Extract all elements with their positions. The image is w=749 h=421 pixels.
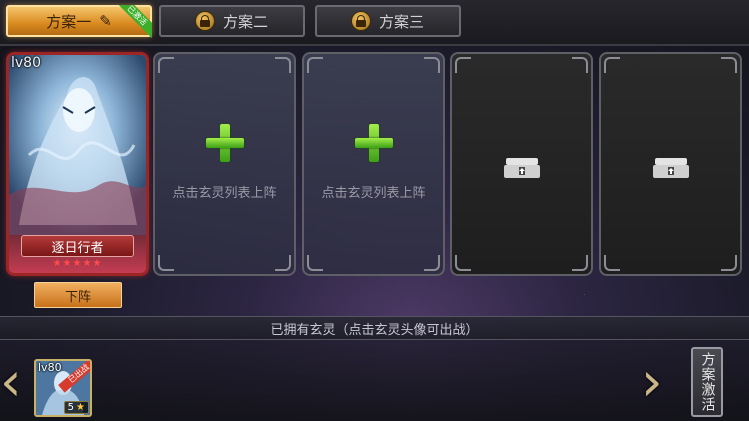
hero-star-rating: ★★★★★ — [52, 258, 103, 269]
tab-scheme-3[interactable]: 方案三 — [315, 5, 461, 37]
frame-corner — [275, 255, 291, 271]
empty-slot[interactable]: 点击玄灵列表上阵 — [302, 52, 445, 276]
star-icon: ★ — [76, 402, 85, 413]
activated-badge: 已激活 — [118, 5, 152, 39]
hero-name: 逐日行者 — [51, 240, 104, 256]
frame-corner — [604, 255, 620, 271]
chest-unlock-icon — [502, 156, 542, 180]
owned-hero-star-count: 5 ★ — [63, 401, 89, 414]
plus-icon[interactable] — [205, 124, 244, 162]
owned-heroes-list — [0, 340, 749, 421]
plus-icon[interactable] — [354, 124, 393, 162]
empty-slot[interactable]: 点击玄灵列表上阵 — [153, 52, 296, 276]
owned-hero-card[interactable]: lv80 已出战 5 ★ — [34, 359, 92, 417]
hero-portrait: lv80 — [9, 55, 146, 235]
tab-label: 方案三 — [378, 12, 424, 31]
tab-label: 方案一 — [46, 12, 92, 31]
lock-icon — [195, 12, 214, 30]
activate-scheme-button[interactable]: 方案激活 — [691, 347, 723, 417]
frame-corner — [424, 255, 440, 271]
frame-corner — [307, 57, 323, 73]
frame-corner — [455, 255, 471, 271]
frame-corner — [455, 57, 471, 73]
tab-scheme-1[interactable]: 方案一 ✎ 已激活 — [6, 5, 152, 39]
frame-corner — [721, 255, 737, 271]
tab-label: 方案二 — [222, 12, 268, 31]
frame-corner — [572, 57, 588, 73]
locked-slot[interactable] — [450, 52, 593, 276]
tab-scheme-2[interactable]: 方案二 — [159, 5, 305, 37]
slot-hint: 点击玄灵列表上阵 — [321, 186, 426, 201]
owned-heroes-header: 已拥有玄灵（点击玄灵头像可出战） — [0, 316, 749, 340]
owned-heroes-title: 已拥有玄灵（点击玄灵头像可出战） — [270, 322, 479, 338]
remove-button-label: 下阵 — [64, 289, 91, 305]
hero-slot[interactable]: lv80 逐日行者 ★★★★★ — [6, 52, 149, 276]
scheme-tab-bar: 方案一 ✎ 已激活 方案二 方案三 — [0, 0, 749, 46]
owned-hero-level: lv80 — [38, 361, 62, 374]
remove-hero-button[interactable]: 下阵 — [34, 282, 122, 308]
edit-icon[interactable]: ✎ — [99, 12, 112, 30]
locked-slot[interactable] — [599, 52, 742, 276]
frame-corner — [604, 57, 620, 73]
next-page-arrow-icon[interactable]: › — [641, 355, 663, 409]
frame-corner — [158, 57, 174, 73]
hero-name-plate: 逐日行者 — [21, 235, 134, 257]
slot-hint: 点击玄灵列表上阵 — [172, 186, 277, 201]
hero-level: lv80 — [11, 55, 41, 71]
frame-corner — [275, 57, 291, 73]
frame-corner — [307, 255, 323, 271]
activate-button-label: 方案激活 — [699, 352, 716, 412]
chest-unlock-icon — [651, 156, 691, 180]
lock-icon — [351, 12, 370, 30]
prev-page-arrow-icon[interactable]: ‹ — [0, 355, 22, 409]
frame-corner — [158, 255, 174, 271]
frame-corner — [424, 57, 440, 73]
frame-corner — [572, 255, 588, 271]
frame-corner — [721, 57, 737, 73]
